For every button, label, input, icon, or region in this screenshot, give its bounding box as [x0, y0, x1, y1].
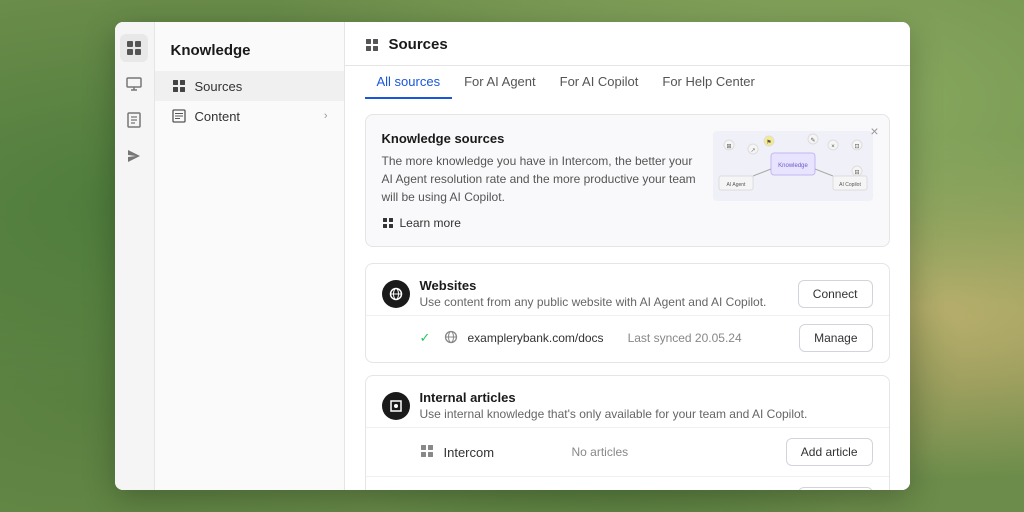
internal-articles-header: Internal articles Use internal knowledge… [366, 376, 889, 427]
knowledge-banner: Knowledge sources The more knowledge you… [365, 114, 890, 247]
banner-close-button[interactable]: × [870, 123, 878, 139]
main-header-icon [365, 37, 381, 53]
websites-icon [382, 280, 410, 308]
internal-articles-section: Internal articles Use internal knowledge… [365, 375, 890, 490]
banner-description: The more knowledge you have in Intercom,… [382, 152, 701, 206]
websites-section: Websites Use content from any public web… [365, 263, 890, 363]
tabs-bar: All sources For AI Agent For AI Copilot … [345, 66, 910, 98]
websites-info: Websites Use content from any public web… [420, 278, 788, 309]
rail-icon-grid[interactable] [120, 34, 148, 62]
banner-title: Knowledge sources [382, 131, 701, 146]
content-icon [171, 108, 187, 124]
main-title: Sources [389, 36, 448, 65]
sync-time: Last synced 20.05.24 [628, 331, 742, 345]
svg-text:⊞: ⊞ [726, 144, 731, 150]
app-window: Knowledge Sources Con [115, 22, 910, 490]
intercom-add-article-button[interactable]: Add article [786, 438, 873, 466]
tab-all-sources[interactable]: All sources [365, 66, 453, 99]
check-icon: ✓ [420, 330, 436, 346]
svg-text:AI Agent: AI Agent [726, 182, 746, 188]
sidebar-item-sources[interactable]: Sources [155, 71, 344, 101]
sidebar-content-label: Content [195, 109, 241, 124]
intercom-status: No articles [572, 445, 629, 459]
svg-text:⚑: ⚑ [766, 139, 771, 146]
intercom-name: Intercom [444, 445, 544, 460]
internal-articles-title: Internal articles [420, 390, 873, 405]
sidebar-item-content[interactable]: Content › [155, 101, 344, 131]
main-header: Sources [345, 22, 910, 66]
sources-icon [171, 78, 187, 94]
banner-text: Knowledge sources The more knowledge you… [382, 131, 701, 230]
websites-connect-button[interactable]: Connect [798, 280, 873, 308]
internal-articles-desc: Use internal knowledge that's only avail… [420, 407, 873, 421]
sidebar-title: Knowledge [155, 34, 344, 71]
intercom-row: Intercom No articles Add article [366, 427, 889, 476]
intercom-icon [420, 444, 436, 460]
rail-icon-book[interactable] [120, 106, 148, 134]
svg-text:✎: ✎ [810, 137, 815, 144]
rail-icon-send[interactable] [120, 142, 148, 170]
internal-articles-info: Internal articles Use internal knowledge… [420, 390, 873, 421]
website-entry-row: ✓ examplerybank.com/docs Last synced 20.… [366, 315, 889, 362]
tab-help-center[interactable]: For Help Center [650, 66, 766, 99]
sidebar: Knowledge Sources Con [155, 22, 345, 490]
svg-text:⊡: ⊡ [854, 144, 859, 150]
content-area: Knowledge sources The more knowledge you… [345, 98, 910, 490]
knowledge-diagram: Knowledge AI Agent AI Copilot ⊞ [713, 131, 873, 201]
guru-connect-button[interactable]: Connect [798, 487, 873, 490]
globe-icon [444, 330, 460, 346]
intercom-action: Add article [786, 438, 873, 466]
guru-row: Guru Not set up Connect [366, 476, 889, 490]
svg-text:↗: ↗ [750, 148, 755, 154]
website-url: examplerybank.com/docs [468, 331, 604, 345]
websites-desc: Use content from any public website with… [420, 295, 788, 309]
websites-title: Websites [420, 278, 788, 293]
internal-articles-icon [382, 392, 410, 420]
svg-text:⊟: ⊟ [854, 170, 859, 176]
tab-ai-agent[interactable]: For AI Agent [452, 66, 548, 99]
content-arrow-icon: › [324, 110, 328, 122]
icon-rail [115, 22, 155, 490]
website-manage-button[interactable]: Manage [799, 324, 872, 352]
guru-action: Connect [798, 487, 873, 490]
svg-text:×: × [831, 144, 835, 150]
learn-more-link[interactable]: Learn more [382, 216, 701, 230]
svg-text:Knowledge: Knowledge [778, 163, 808, 169]
rail-icon-monitor[interactable] [120, 70, 148, 98]
learn-more-label: Learn more [400, 216, 461, 230]
main-content: Sources All sources For AI Agent For AI … [345, 22, 910, 490]
websites-header: Websites Use content from any public web… [366, 264, 889, 315]
tab-ai-copilot[interactable]: For AI Copilot [548, 66, 651, 99]
sidebar-sources-label: Sources [195, 79, 243, 94]
svg-text:AI Copilot: AI Copilot [839, 182, 861, 188]
websites-connect-action: Connect [798, 280, 873, 308]
